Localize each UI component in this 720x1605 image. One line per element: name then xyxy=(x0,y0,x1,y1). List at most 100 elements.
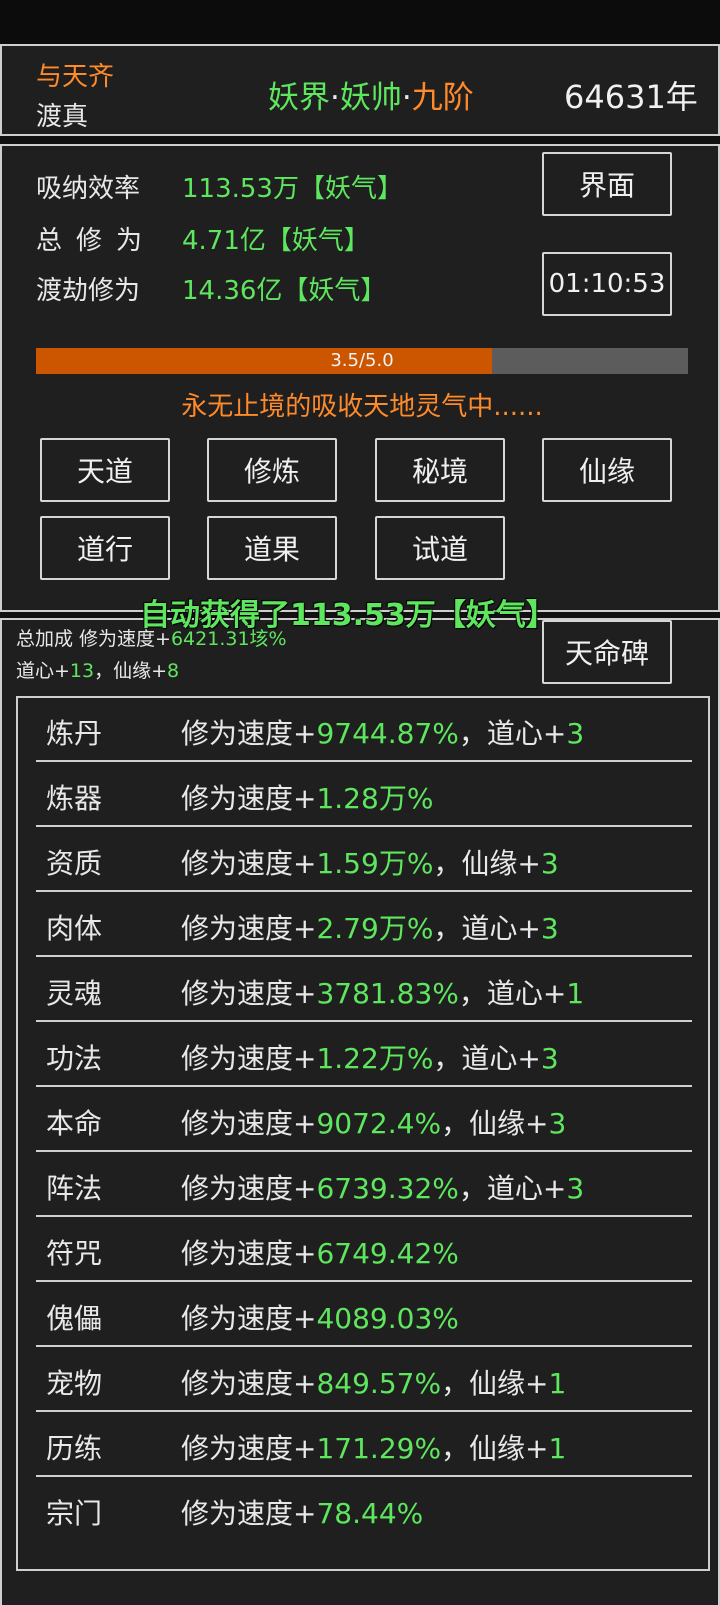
bonus-row: 功法 修为速度+1.22万%，道心+3 xyxy=(36,1023,692,1087)
player-title: 渡真 xyxy=(36,102,89,132)
bonus-row-name: 灵魂 xyxy=(46,977,103,1010)
top-status-bar xyxy=(0,0,720,44)
effect-prefix: 修为速度+ xyxy=(181,912,317,945)
effect-percent: 9072.4% xyxy=(316,1107,442,1140)
bonus-row-name: 本命 xyxy=(46,1107,103,1140)
effect-prefix: 修为速度+ xyxy=(181,847,317,880)
effect-extra-label: ，道心+ xyxy=(458,1172,567,1205)
effect-percent: 4089.03% xyxy=(316,1302,459,1335)
bonus-row-name: 宠物 xyxy=(46,1367,103,1400)
bonus-row-effect: 修为速度+6749.42% xyxy=(181,1232,459,1272)
menu-button-trial[interactable]: 试道 xyxy=(375,516,505,580)
effect-prefix: 修为速度+ xyxy=(181,1107,317,1140)
menu-button-secret-realm[interactable]: 秘境 xyxy=(375,438,505,502)
effect-percent: 1.28万% xyxy=(316,782,434,815)
effect-percent: 1.59万% xyxy=(316,847,434,880)
effect-percent: 2.79万% xyxy=(316,912,434,945)
effect-prefix: 修为速度+ xyxy=(181,1042,317,1075)
destiny-stele-button[interactable]: 天命碑 xyxy=(542,620,672,684)
realm-display: 妖界·妖帅·九阶 xyxy=(268,72,474,117)
bonus-row-effect: 修为速度+3781.83%，道心+1 xyxy=(181,972,584,1012)
bonus-stats: 道心+13，仙缘+8 xyxy=(16,656,179,683)
bonus-row-effect: 修为速度+4089.03% xyxy=(181,1297,459,1337)
bonus-panel: 总加成 修为速度+6421.31垓% 道心+13，仙缘+8 天命碑 炼丹 修为速度… xyxy=(0,618,720,1605)
bonus-row: 炼器 修为速度+1.28万% xyxy=(36,763,692,827)
bonus-row-effect: 修为速度+6739.32%，道心+3 xyxy=(181,1167,584,1207)
effect-percent: 9744.87% xyxy=(316,717,459,750)
absorb-rate-label: 吸纳效率 xyxy=(36,174,141,204)
bonus-row-name: 功法 xyxy=(46,1042,103,1075)
menu-button-fate[interactable]: 仙缘 xyxy=(542,438,672,502)
effect-prefix: 修为速度+ xyxy=(181,782,317,815)
bonus-row: 傀儡 修为速度+4089.03% xyxy=(36,1283,692,1347)
bonus-row: 炼丹 修为速度+9744.87%，道心+3 xyxy=(36,698,692,762)
effect-percent: 171.29% xyxy=(316,1432,442,1465)
timer-button[interactable]: 01:10:53 xyxy=(542,252,672,316)
auto-gain-toast: 自动获得了113.53万【妖气】 xyxy=(140,598,556,633)
realm-rank: 妖帅 xyxy=(339,80,402,116)
daoxin-value: 13 xyxy=(69,660,95,682)
effect-prefix: 修为速度+ xyxy=(181,717,317,750)
effect-prefix: 修为速度+ xyxy=(181,1367,317,1400)
bonus-row-name: 宗门 xyxy=(46,1497,103,1530)
xianyuan-label: 仙缘+ xyxy=(113,660,168,682)
bonus-row-effect: 修为速度+1.22万%，道心+3 xyxy=(181,1037,559,1077)
effect-percent: 849.57% xyxy=(316,1367,442,1400)
bonus-row: 肉体 修为速度+2.79万%，道心+3 xyxy=(36,893,692,957)
realm-level: 九阶 xyxy=(411,80,474,116)
bonus-table: 炼丹 修为速度+9744.87%，道心+3 炼器 修为速度+1.28万% 资质 修为速度+… xyxy=(16,696,710,1571)
effect-extra-value: 3 xyxy=(566,1172,585,1205)
cultivation-panel: 吸纳效率 113.53万【妖气】 总修为 4.71亿【妖气】 渡劫修为 14.36亿【… xyxy=(0,144,720,612)
effect-percent: 6739.32% xyxy=(316,1172,459,1205)
effect-extra-label: ，道心+ xyxy=(433,912,541,945)
status-text: 永无止境的吸收天地灵气中...... xyxy=(181,392,543,422)
header-panel: 与天齐 渡真 妖界·妖帅·九阶 64631年 xyxy=(0,44,720,136)
effect-percent: 1.22万% xyxy=(316,1042,434,1075)
effect-prefix: 修为速度+ xyxy=(181,1172,317,1205)
effect-prefix: 修为速度+ xyxy=(181,1497,317,1530)
bonus-row-effect: 修为速度+78.44% xyxy=(181,1492,423,1532)
bonus-row-effect: 修为速度+849.57%，仙缘+1 xyxy=(181,1362,566,1402)
effect-percent: 6749.42% xyxy=(316,1237,459,1270)
realm-world: 妖界 xyxy=(268,80,330,116)
effect-extra-value: 1 xyxy=(566,977,585,1010)
xianyuan-value: 8 xyxy=(167,660,180,682)
absorb-rate-value: 113.53万【妖气】 xyxy=(182,174,403,204)
menu-button-cultivate[interactable]: 修炼 xyxy=(207,438,337,502)
effect-extra-label: ，仙缘+ xyxy=(441,1432,549,1465)
effect-extra-value: 3 xyxy=(548,1107,567,1140)
bonus-row: 阵法 修为速度+6739.32%，道心+3 xyxy=(36,1153,692,1217)
effect-extra-value: 3 xyxy=(566,717,585,750)
tribulation-label: 渡劫修为 xyxy=(36,276,141,306)
bonus-row: 灵魂 修为速度+3781.83%，道心+1 xyxy=(36,958,692,1022)
menu-button-daoxing[interactable]: 道行 xyxy=(40,516,170,580)
progress-text: 3.5/5.0 xyxy=(330,350,394,371)
menu-button-tiandao[interactable]: 天道 xyxy=(40,438,170,502)
effect-prefix: 修为速度+ xyxy=(181,1237,317,1270)
absorb-rate-row: 吸纳效率 113.53万【妖气】 xyxy=(36,168,403,205)
separator: ， xyxy=(94,660,114,682)
bonus-row-name: 炼器 xyxy=(46,782,103,815)
bonus-row: 资质 修为速度+1.59万%，仙缘+3 xyxy=(36,828,692,892)
tribulation-row: 渡劫修为 14.36亿【妖气】 xyxy=(36,270,386,307)
effect-extra-value: 3 xyxy=(540,1042,559,1075)
effect-prefix: 修为速度+ xyxy=(181,1432,317,1465)
interface-button[interactable]: 界面 xyxy=(542,152,672,216)
bonus-row-effect: 修为速度+1.28万% xyxy=(181,777,433,817)
tribulation-value: 14.36亿【妖气】 xyxy=(182,276,387,306)
bonus-row: 符咒 修为速度+6749.42% xyxy=(36,1218,692,1282)
bonus-row-name: 阵法 xyxy=(46,1172,103,1205)
realm-dot: · xyxy=(401,80,412,116)
effect-prefix: 修为速度+ xyxy=(181,1302,317,1335)
effect-extra-value: 3 xyxy=(540,847,559,880)
bonus-row-effect: 修为速度+171.29%，仙缘+1 xyxy=(181,1427,566,1467)
bonus-row-effect: 修为速度+1.59万%，仙缘+3 xyxy=(181,842,559,882)
effect-prefix: 修为速度+ xyxy=(181,977,317,1010)
daoxin-label: 道心+ xyxy=(16,660,70,682)
menu-button-daoguo[interactable]: 道果 xyxy=(207,516,337,580)
effect-percent: 78.44% xyxy=(316,1497,424,1530)
bonus-row-name: 炼丹 xyxy=(46,717,103,750)
game-year: 64631年 xyxy=(564,78,698,116)
effect-extra-label: ，仙缘+ xyxy=(433,847,541,880)
bonus-row-name: 傀儡 xyxy=(46,1302,103,1335)
